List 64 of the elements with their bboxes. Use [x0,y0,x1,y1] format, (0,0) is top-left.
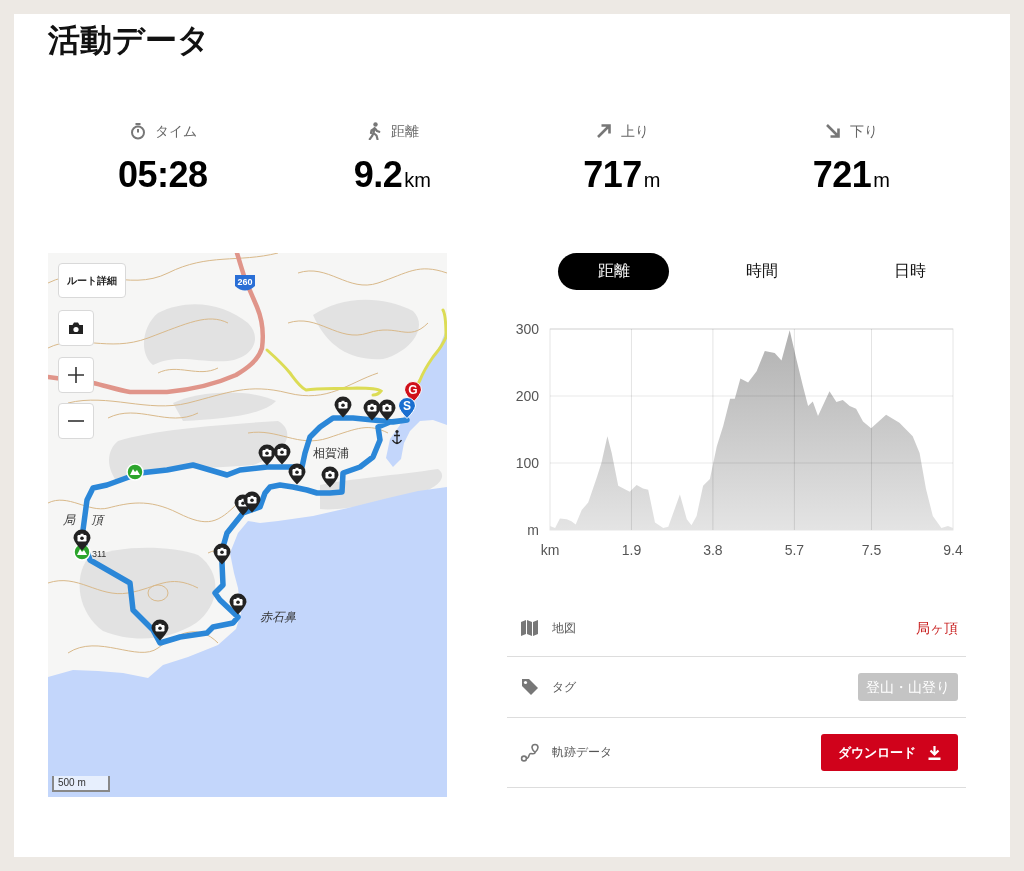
stat-label: 上り [620,122,649,141]
tab[interactable]: 距離 [558,253,669,290]
camera-marker-icon[interactable] [363,399,381,421]
place-label: 相賀浦 [313,446,349,460]
stat-unit: km [404,168,431,192]
camera-marker-icon[interactable] [258,444,276,466]
camera-marker-icon[interactable] [73,529,91,551]
x-axis-label: km [540,542,560,558]
stopwatch-icon [128,122,147,140]
anchor-icon [391,429,403,445]
place-label: 局 頂 [63,513,103,527]
camera-marker-icon[interactable] [213,543,231,565]
tag-icon [520,677,540,697]
x-axis-label: 1.9 [621,542,642,558]
photo-toggle-button[interactable] [58,310,94,346]
detail-label: 地図 [552,619,577,637]
minus-icon [68,420,84,422]
y-axis-label: m [527,522,539,538]
camera-marker-icon[interactable] [151,619,169,641]
camera-marker-icon[interactable] [288,463,306,485]
tab[interactable]: 時間 [706,253,817,290]
route-detail-button[interactable]: ルート詳細 [58,263,126,298]
scale-bar: 500 m [52,776,110,792]
map-icon [520,619,540,637]
stat-unit: m [643,168,661,192]
zoom-out-button[interactable] [58,403,94,439]
stat-label: 距離 [391,122,420,141]
zoom-in-button[interactable] [58,357,94,393]
tab[interactable]: 日時 [854,253,965,290]
stat-unit: m [873,168,890,192]
map-name-link[interactable]: 局ヶ頂 [916,616,958,640]
camera-marker-icon[interactable] [273,443,291,465]
start-marker: S [398,397,416,419]
page-title: 活動データ [48,21,210,60]
x-axis-label: 3.8 [703,542,723,558]
camera-icon [68,321,84,335]
route-path-icon [520,742,540,763]
camera-marker-icon[interactable] [334,396,352,418]
place-label: 赤石鼻 [260,610,296,624]
download-icon [928,745,941,760]
detail-label: タグ [552,678,577,696]
camera-marker-icon[interactable] [229,593,247,615]
stat-value: 9.2 [353,153,403,197]
stat-label: 下り [850,122,879,141]
stat-label: タイム [154,122,197,141]
y-axis-label: 100 [515,455,539,471]
x-axis-label: 5.7 [784,542,805,558]
peak-marker-icon [126,463,144,481]
camera-marker-icon[interactable] [378,399,396,421]
arrow-down-right-icon [824,122,843,140]
x-axis-label: 9.4 [943,542,963,558]
y-axis-label: 300 [515,321,539,337]
stat-value: 05:28 [117,153,208,197]
y-axis-label: 200 [515,388,539,404]
stat-value: 721 [812,153,872,197]
x-axis-label: 7.5 [861,542,882,558]
download-button[interactable]: ダウンロード [821,734,958,771]
camera-marker-icon[interactable] [243,491,261,513]
elevation-label: 311 [92,549,107,559]
detail-label: 軌跡データ [552,744,613,761]
stat-value: 717 [583,153,642,197]
road-number-sign: 260 [235,275,255,291]
camera-marker-icon[interactable] [321,466,339,488]
plus-icon [68,367,84,383]
